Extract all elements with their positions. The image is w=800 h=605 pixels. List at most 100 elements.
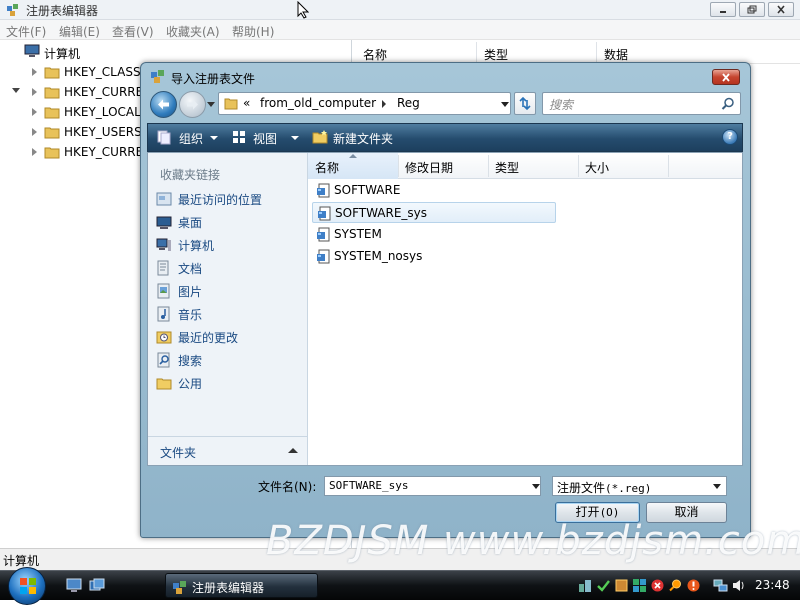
file-name: SYSTEM <box>334 227 382 241</box>
column-data[interactable]: 数据 <box>604 46 628 63</box>
organize-dropdown-icon[interactable] <box>210 136 218 140</box>
computer-icon <box>24 44 40 58</box>
start-button[interactable] <box>8 567 46 605</box>
dialog-close-button[interactable] <box>712 69 740 85</box>
mouse-cursor-icon <box>297 1 309 19</box>
tray-error-icon[interactable] <box>650 578 665 593</box>
file-list-header: 名称 修改日期 类型 大小 <box>308 153 742 179</box>
fav-link-searches[interactable]: 搜索 <box>153 349 305 371</box>
music-icon <box>156 306 172 322</box>
close-button[interactable] <box>768 2 794 17</box>
command-bar: 组织 视图 新建文件夹 ? <box>147 123 743 152</box>
views-dropdown-icon[interactable] <box>291 136 299 140</box>
refresh-button[interactable] <box>514 92 536 115</box>
tray-security-icon[interactable] <box>614 578 629 593</box>
column-divider[interactable] <box>668 155 669 177</box>
fav-link-music[interactable]: 音乐 <box>153 303 305 325</box>
fav-link-desktop[interactable]: 桌面 <box>153 211 305 233</box>
folder-icon <box>44 105 60 119</box>
column-size[interactable]: 大小 <box>585 159 609 176</box>
recently-changed-icon <box>156 329 172 345</box>
network-icon[interactable] <box>713 578 728 593</box>
tray-network-app-icon[interactable] <box>578 578 593 593</box>
favorite-links-header: 收藏夹链接 <box>160 168 221 182</box>
tree-expand-arrow-icon[interactable] <box>32 68 37 76</box>
search-icon[interactable] <box>721 97 735 111</box>
tree-expand-arrow-icon[interactable] <box>32 128 37 136</box>
fav-link-recent-places[interactable]: 最近访问的位置 <box>153 188 305 210</box>
breadcrumb-separator-icon[interactable] <box>382 100 386 108</box>
sort-ascending-icon <box>349 154 357 158</box>
tray-check-icon[interactable] <box>596 578 611 593</box>
tree-expand-arrow-icon[interactable] <box>32 148 37 156</box>
taskbar: 注册表编辑器 23:48 <box>0 567 800 605</box>
switch-windows-icon[interactable] <box>89 578 105 592</box>
file-row[interactable]: SYSTEM_nosys <box>312 246 556 267</box>
menu-file[interactable]: 文件(F) <box>6 23 46 40</box>
fav-link-documents[interactable]: 文档 <box>153 257 305 279</box>
registry-file-icon <box>317 206 332 221</box>
help-icon[interactable]: ? <box>722 129 738 145</box>
column-date-modified[interactable]: 修改日期 <box>405 159 453 176</box>
column-name[interactable]: 名称 <box>315 159 339 176</box>
searches-icon <box>156 352 172 368</box>
file-name: SOFTWARE_sys <box>335 206 428 220</box>
pictures-icon <box>156 283 172 299</box>
folders-toggle-bar[interactable]: 文件夹 <box>148 436 307 465</box>
tray-warning-icon[interactable] <box>686 578 701 593</box>
search-input[interactable]: 搜索 <box>542 92 741 115</box>
file-row[interactable]: SOFTWARE <box>312 180 556 201</box>
fav-link-pictures[interactable]: 图片 <box>153 280 305 302</box>
column-divider[interactable] <box>596 42 597 62</box>
address-overflow-chevron[interactable]: « <box>243 96 250 110</box>
taskbar-button-regedit[interactable]: 注册表编辑器 <box>165 573 318 598</box>
filename-dropdown-icon[interactable] <box>532 484 540 489</box>
folder-icon <box>44 145 60 159</box>
column-type[interactable]: 类型 <box>495 159 519 176</box>
forward-button[interactable] <box>179 91 206 118</box>
show-desktop-icon[interactable] <box>66 578 82 592</box>
menu-favorites[interactable]: 收藏夹(A) <box>166 23 220 40</box>
organize-button[interactable]: 组织 <box>179 130 203 147</box>
regedit-title-bar[interactable]: 注册表编辑器 <box>0 0 800 20</box>
menu-edit[interactable]: 编辑(E) <box>59 23 100 40</box>
column-divider[interactable] <box>578 155 579 177</box>
column-name[interactable]: 名称 <box>363 46 387 63</box>
fav-link-computer[interactable]: 计算机 <box>153 234 305 256</box>
regedit-title: 注册表编辑器 <box>26 4 99 18</box>
watermark: BZDJSM www.bzdjsm.com <box>266 518 800 564</box>
tree-expand-arrow-icon[interactable] <box>32 108 37 116</box>
back-button[interactable] <box>150 91 177 118</box>
address-bar[interactable]: « from_old_computer Reg <box>218 92 511 115</box>
menu-help[interactable]: 帮助(H) <box>232 23 274 40</box>
tree-root-label[interactable]: 计算机 <box>44 45 80 62</box>
minimize-button[interactable] <box>710 2 736 17</box>
fav-link-public[interactable]: 公用 <box>153 372 305 394</box>
file-row-selected[interactable]: SOFTWARE_sys <box>312 202 556 223</box>
filetype-select[interactable]: 注册文件(*.reg) <box>552 476 727 496</box>
breadcrumb-from-old-computer[interactable]: from_old_computer <box>260 96 376 110</box>
column-divider[interactable] <box>398 155 399 177</box>
filename-input[interactable]: SOFTWARE_sys <box>324 476 541 496</box>
chevron-up-icon[interactable] <box>288 448 298 453</box>
public-folder-icon <box>156 375 172 391</box>
volume-icon[interactable] <box>731 578 746 593</box>
tray-app-icon[interactable] <box>632 578 647 593</box>
menu-view[interactable]: 查看(V) <box>112 23 154 40</box>
column-divider[interactable] <box>488 155 489 177</box>
breadcrumb-reg[interactable]: Reg <box>397 96 420 110</box>
address-dropdown-icon[interactable] <box>501 102 509 107</box>
column-type[interactable]: 类型 <box>484 46 508 63</box>
folder-icon <box>44 65 60 79</box>
new-folder-button[interactable]: 新建文件夹 <box>333 130 393 147</box>
filetype-dropdown-icon[interactable] <box>713 484 721 489</box>
file-row[interactable]: SYSTEM <box>312 224 556 245</box>
column-divider[interactable] <box>476 42 477 62</box>
recent-pages-dropdown-icon[interactable] <box>207 102 215 107</box>
clock[interactable]: 23:48 <box>755 578 790 592</box>
tray-search-icon[interactable] <box>668 578 683 593</box>
views-button[interactable]: 视图 <box>253 130 277 147</box>
tree-expand-arrow-icon[interactable] <box>32 88 37 96</box>
restore-button[interactable] <box>739 2 765 17</box>
fav-link-recently-changed[interactable]: 最近的更改 <box>153 326 305 348</box>
